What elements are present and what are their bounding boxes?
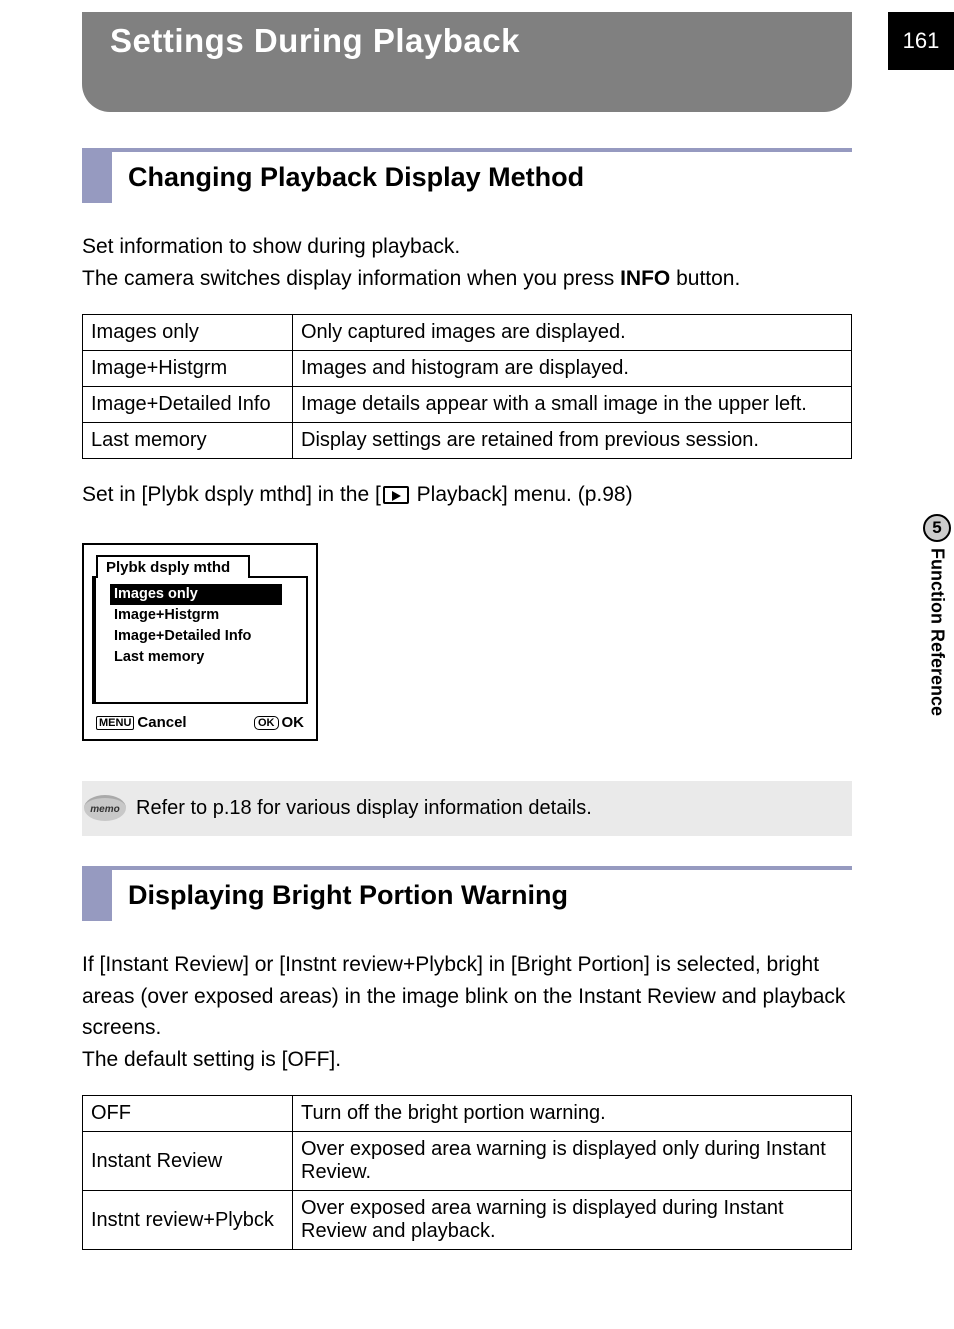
cancel-label: Cancel bbox=[137, 714, 186, 731]
lcd-screenshot: Plybk dsply mthd Images only Image+Histg… bbox=[82, 543, 318, 741]
menu-button-icon: MENU bbox=[96, 716, 134, 730]
intro-line2-post: button. bbox=[670, 267, 740, 290]
info-button-label: INFO bbox=[620, 267, 670, 290]
intro-line1: Set information to show during playback. bbox=[82, 235, 460, 258]
intro-text: If [Instant Review] or [Instnt review+Pl… bbox=[82, 949, 852, 1075]
intro-line2-pre: The camera switches display information … bbox=[82, 267, 620, 290]
page-title: Settings During Playback bbox=[110, 22, 824, 60]
table-row: Instnt review+Plybck Over exposed area w… bbox=[83, 1191, 852, 1250]
option-name: Image+Histgrm bbox=[83, 351, 293, 387]
chapter-number: 5 bbox=[923, 514, 951, 542]
option-name: Instnt review+Plybck bbox=[83, 1191, 293, 1250]
option-desc: Only captured images are displayed. bbox=[293, 315, 852, 351]
section-heading: Displaying Bright Portion Warning bbox=[128, 880, 568, 911]
default-setting: The default setting is [OFF]. bbox=[82, 1048, 341, 1071]
chapter-label: Function Reference bbox=[927, 548, 948, 716]
intro-body: If [Instant Review] or [Instnt review+Pl… bbox=[82, 953, 845, 1039]
section-heading-row: Displaying Bright Portion Warning bbox=[82, 866, 852, 921]
option-desc: Over exposed area warning is displayed d… bbox=[293, 1191, 852, 1250]
lcd-menu-box: Images only Image+Histgrm Image+Detailed… bbox=[92, 576, 308, 704]
option-name: Last memory bbox=[83, 423, 293, 459]
lcd-ok: OKOK bbox=[254, 714, 304, 731]
table-row: Instant Review Over exposed area warning… bbox=[83, 1132, 852, 1191]
lcd-cancel: MENUCancel bbox=[96, 714, 187, 731]
side-tab: 5 Function Reference bbox=[920, 514, 954, 754]
page-title-banner: Settings During Playback bbox=[82, 12, 852, 112]
section-bright-portion: Displaying Bright Portion Warning If [In… bbox=[82, 866, 852, 1250]
table-row: Last memory Display settings are retaine… bbox=[83, 423, 852, 459]
page-number: 161 bbox=[888, 12, 954, 70]
option-name: Image+Detailed Info bbox=[83, 387, 293, 423]
lcd-tab: Plybk dsply mthd bbox=[96, 555, 250, 578]
table-row: Image+Histgrm Images and histogram are d… bbox=[83, 351, 852, 387]
option-desc: Turn off the bright portion warning. bbox=[293, 1096, 852, 1132]
option-name: Instant Review bbox=[83, 1132, 293, 1191]
heading-accent bbox=[82, 870, 112, 921]
setin-pre: Set in [Plybk dsply mthd] in the [ bbox=[82, 483, 381, 506]
table-row: Images only Only captured images are dis… bbox=[83, 315, 852, 351]
intro-text: Set information to show during playback.… bbox=[82, 231, 852, 294]
section-changing-display: Changing Playback Display Method Set inf… bbox=[82, 148, 852, 836]
lcd-footer: MENUCancel OKOK bbox=[92, 714, 308, 731]
option-desc: Display settings are retained from previ… bbox=[293, 423, 852, 459]
ok-button-icon: OK bbox=[254, 716, 279, 730]
option-desc: Images and histogram are displayed. bbox=[293, 351, 852, 387]
section-heading: Changing Playback Display Method bbox=[128, 162, 584, 193]
playback-icon bbox=[383, 486, 409, 504]
section-heading-row: Changing Playback Display Method bbox=[82, 148, 852, 203]
memo-icon: memo bbox=[84, 795, 126, 821]
table-row: OFF Turn off the bright portion warning. bbox=[83, 1096, 852, 1132]
option-desc: Over exposed area warning is displayed o… bbox=[293, 1132, 852, 1191]
memo-note: memo Refer to p.18 for various display i… bbox=[82, 781, 852, 836]
set-in-text: Set in [Plybk dsply mthd] in the [ Playb… bbox=[82, 483, 852, 507]
lcd-item: Image+Histgrm bbox=[114, 607, 219, 623]
bright-portion-table: OFF Turn off the bright portion warning.… bbox=[82, 1095, 852, 1250]
lcd-item: Last memory bbox=[114, 649, 204, 665]
ok-label: OK bbox=[282, 714, 305, 731]
option-desc: Image details appear with a small image … bbox=[293, 387, 852, 423]
memo-text: Refer to p.18 for various display inform… bbox=[136, 797, 592, 819]
display-method-table: Images only Only captured images are dis… bbox=[82, 314, 852, 459]
table-row: Image+Detailed Info Image details appear… bbox=[83, 387, 852, 423]
option-name: OFF bbox=[83, 1096, 293, 1132]
option-name: Images only bbox=[83, 315, 293, 351]
setin-post: Playback] menu. (p.98) bbox=[411, 483, 633, 506]
heading-accent bbox=[82, 152, 112, 203]
lcd-item: Image+Detailed Info bbox=[114, 628, 251, 644]
lcd-item-selected: Images only bbox=[110, 584, 282, 605]
